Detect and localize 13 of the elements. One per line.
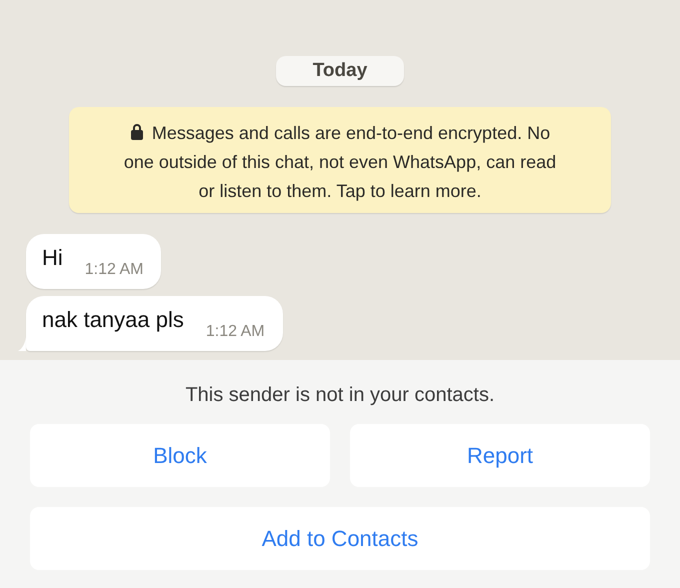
message-bubble[interactable]: nak tanyaa pls 1:12 AM	[26, 296, 283, 351]
action-button[interactable]: Add to Contacts	[30, 507, 650, 570]
action-button[interactable]: Report	[350, 424, 650, 487]
sender-notice: This sender is not in your contacts.	[185, 384, 495, 407]
message-time: 1:12 AM	[206, 323, 265, 341]
date-label: Today	[276, 56, 404, 86]
encryption-notice[interactable]: Messages and calls are end-to-end encrypted. No one outside of this chat, not even WhatsApp, can read or listen to them. Tap to learn more.	[69, 107, 611, 213]
message-text: Hi	[42, 245, 63, 271]
message-time: 1:12 AM	[84, 261, 144, 279]
lock-icon	[130, 123, 144, 140]
message-bubble[interactable]: Hi 1:12 AM	[26, 234, 162, 289]
message-text: nak tanyaa pls	[42, 307, 184, 333]
action-button[interactable]: Block	[30, 424, 330, 487]
